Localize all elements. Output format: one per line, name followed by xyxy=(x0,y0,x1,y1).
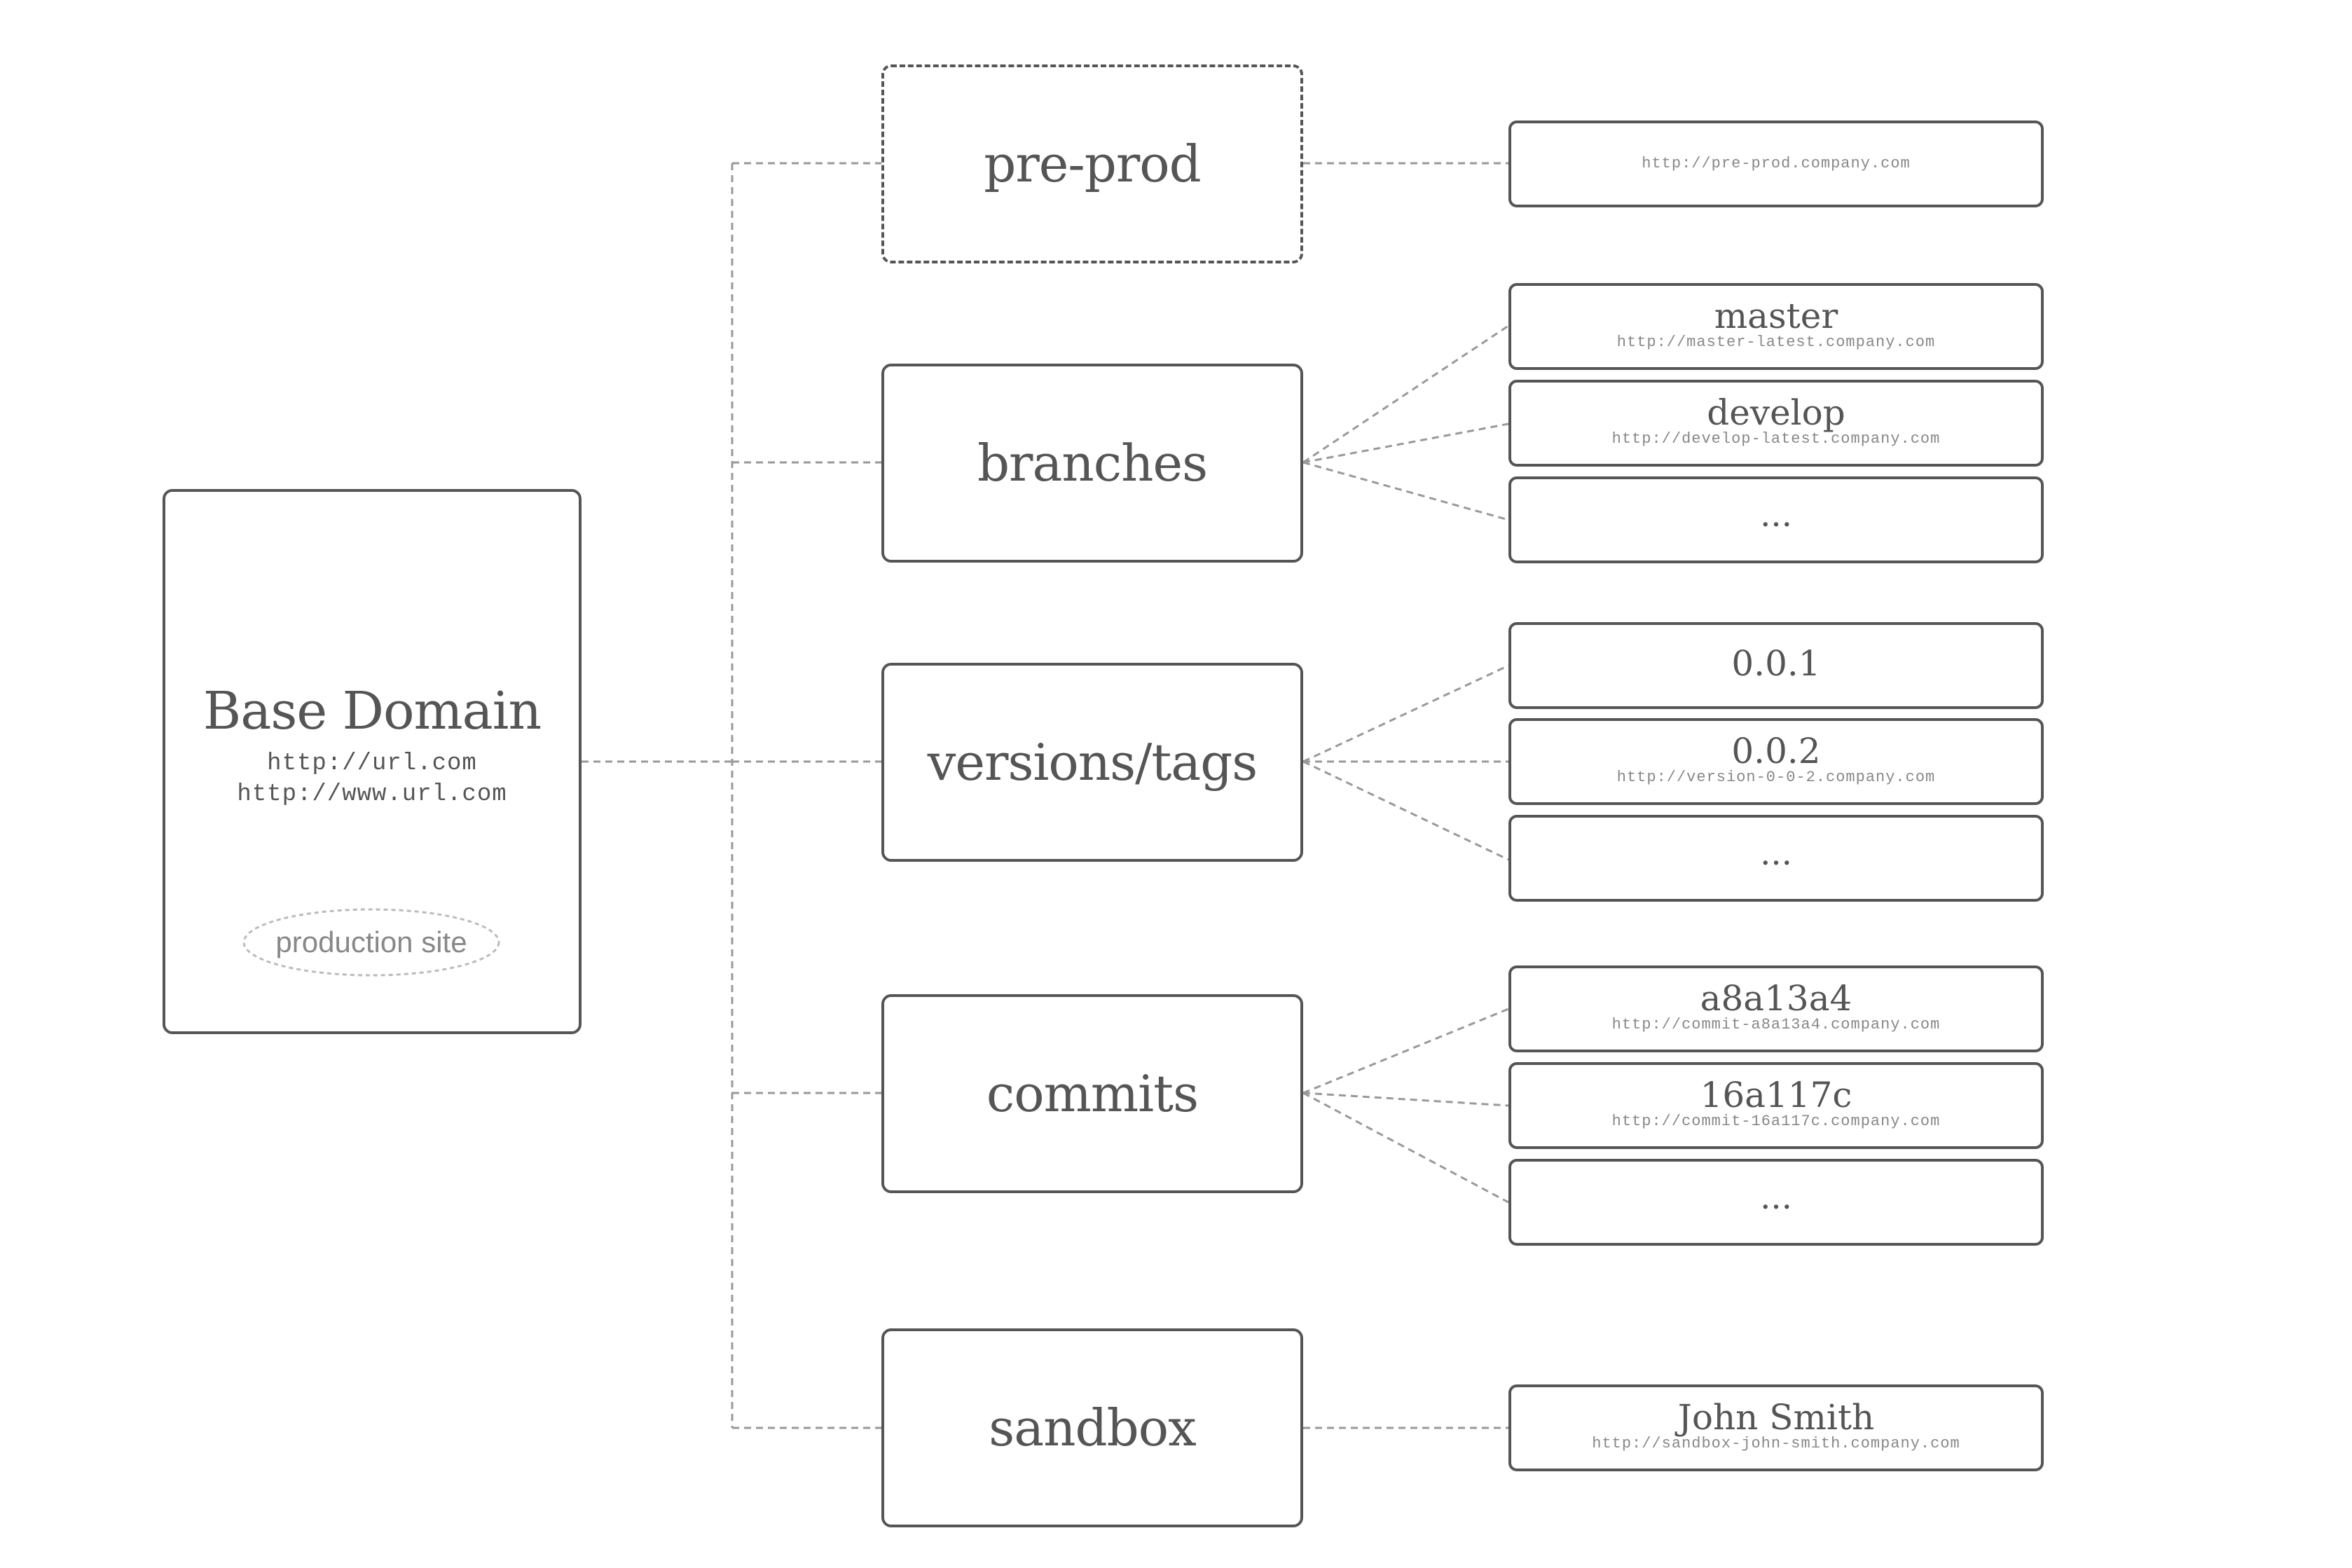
target-versions-more-ellipsis: ... xyxy=(1760,834,1792,873)
target-commit-a8a13a4-url: http://commit-a8a13a4.company.com xyxy=(1611,1016,1941,1033)
production-site-label: production site xyxy=(275,926,467,958)
target-versions-more: ... xyxy=(1508,815,2044,902)
category-sandbox: sandbox xyxy=(881,1328,1303,1527)
target-version-0-0-1-name: 0.0.1 xyxy=(1731,643,1821,684)
target-pre-prod-url: http://pre-prod.company.com xyxy=(1642,155,1911,172)
target-commit-16a117c-name: 16a117c xyxy=(1700,1075,1852,1115)
target-pre-prod: http://pre-prod.company.com xyxy=(1508,121,2044,207)
category-commits-label: commits xyxy=(986,1064,1199,1123)
target-master-name: master xyxy=(1714,296,1838,336)
connector-versions-more xyxy=(1302,760,1509,861)
target-develop: develop http://develop-latest.company.co… xyxy=(1508,380,2044,467)
target-commit-a8a13a4-name: a8a13a4 xyxy=(1700,978,1852,1019)
connector-branches-more xyxy=(1302,461,1509,521)
category-pre-prod: pre-prod xyxy=(881,64,1303,263)
category-branches: branches xyxy=(881,364,1303,563)
connector-commits-c2 xyxy=(1302,1092,1509,1107)
category-versions-tags: versions/tags xyxy=(881,663,1303,862)
category-versions-tags-label: versions/tags xyxy=(927,733,1258,792)
connector-versions-001 xyxy=(1302,664,1509,763)
connector-commits-c1 xyxy=(1302,1007,1509,1094)
base-domain-www-url: http://www.url.com xyxy=(237,781,507,808)
target-develop-url: http://develop-latest.company.com xyxy=(1611,430,1941,448)
production-site-badge: production site xyxy=(238,904,504,981)
category-branches-label: branches xyxy=(977,434,1208,493)
target-develop-name: develop xyxy=(1707,392,1845,433)
base-domain-title: Base Domain xyxy=(202,681,542,741)
target-commits-more: ... xyxy=(1508,1159,2044,1246)
target-version-0-0-2-url: http://version-0-0-2.company.com xyxy=(1616,769,1936,786)
connector-branches-develop xyxy=(1302,422,1509,464)
target-commits-more-ellipsis: ... xyxy=(1760,1178,1792,1217)
target-commit-16a117c: 16a117c http://commit-16a117c.company.co… xyxy=(1508,1062,2044,1149)
target-master: master http://master-latest.company.com xyxy=(1508,283,2044,370)
target-version-0-0-1: 0.0.1 xyxy=(1508,622,2044,709)
target-sandbox-john-smith-name: John Smith xyxy=(1677,1397,1875,1438)
category-commits: commits xyxy=(881,994,1303,1193)
target-commit-16a117c-url: http://commit-16a117c.company.com xyxy=(1611,1113,1941,1130)
target-branches-more-ellipsis: ... xyxy=(1760,495,1792,535)
target-master-url: http://master-latest.company.com xyxy=(1616,333,1936,351)
target-version-0-0-2-name: 0.0.2 xyxy=(1731,731,1821,771)
connector-branches-master xyxy=(1302,324,1509,464)
target-sandbox-john-smith: John Smith http://sandbox-john-smith.com… xyxy=(1508,1384,2044,1471)
category-sandbox-label: sandbox xyxy=(989,1398,1196,1457)
target-sandbox-john-smith-url: http://sandbox-john-smith.company.com xyxy=(1592,1435,1960,1452)
target-version-0-0-2: 0.0.2 http://version-0-0-2.company.com xyxy=(1508,718,2044,805)
category-pre-prod-label: pre-prod xyxy=(984,135,1201,193)
connector-commits-more xyxy=(1302,1092,1509,1204)
deployment-diagram: Base Domain http://url.com http://www.ur… xyxy=(0,0,2352,1568)
target-branches-more: ... xyxy=(1508,476,2044,563)
base-domain-url: http://url.com xyxy=(267,750,477,777)
target-commit-a8a13a4: a8a13a4 http://commit-a8a13a4.company.co… xyxy=(1508,965,2044,1052)
